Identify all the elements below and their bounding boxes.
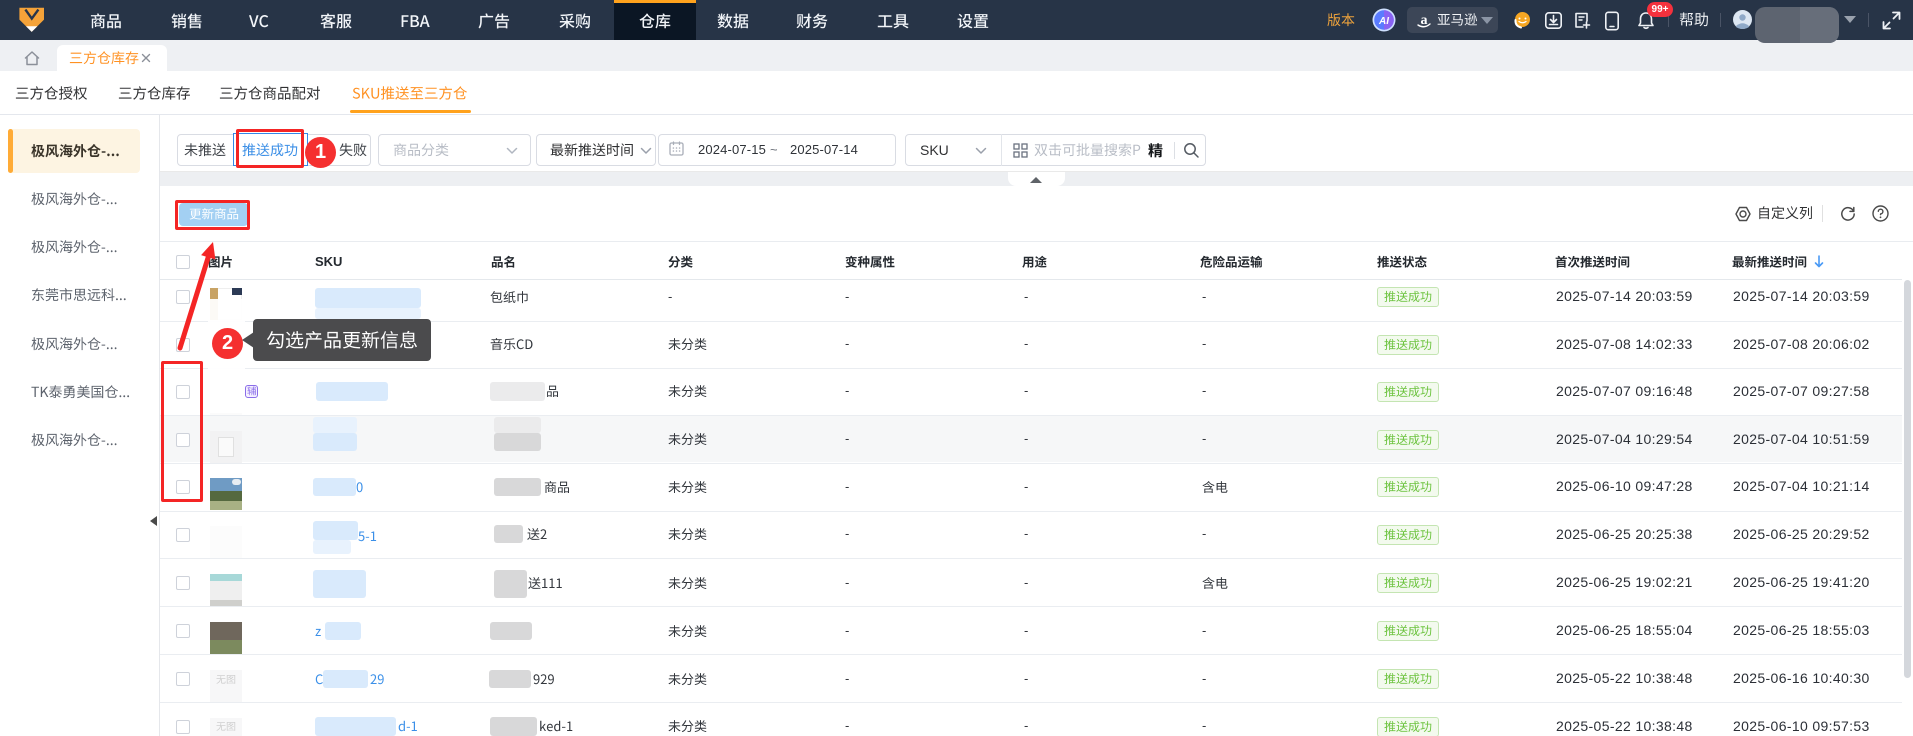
svg-text:AI: AI [1378, 16, 1389, 27]
